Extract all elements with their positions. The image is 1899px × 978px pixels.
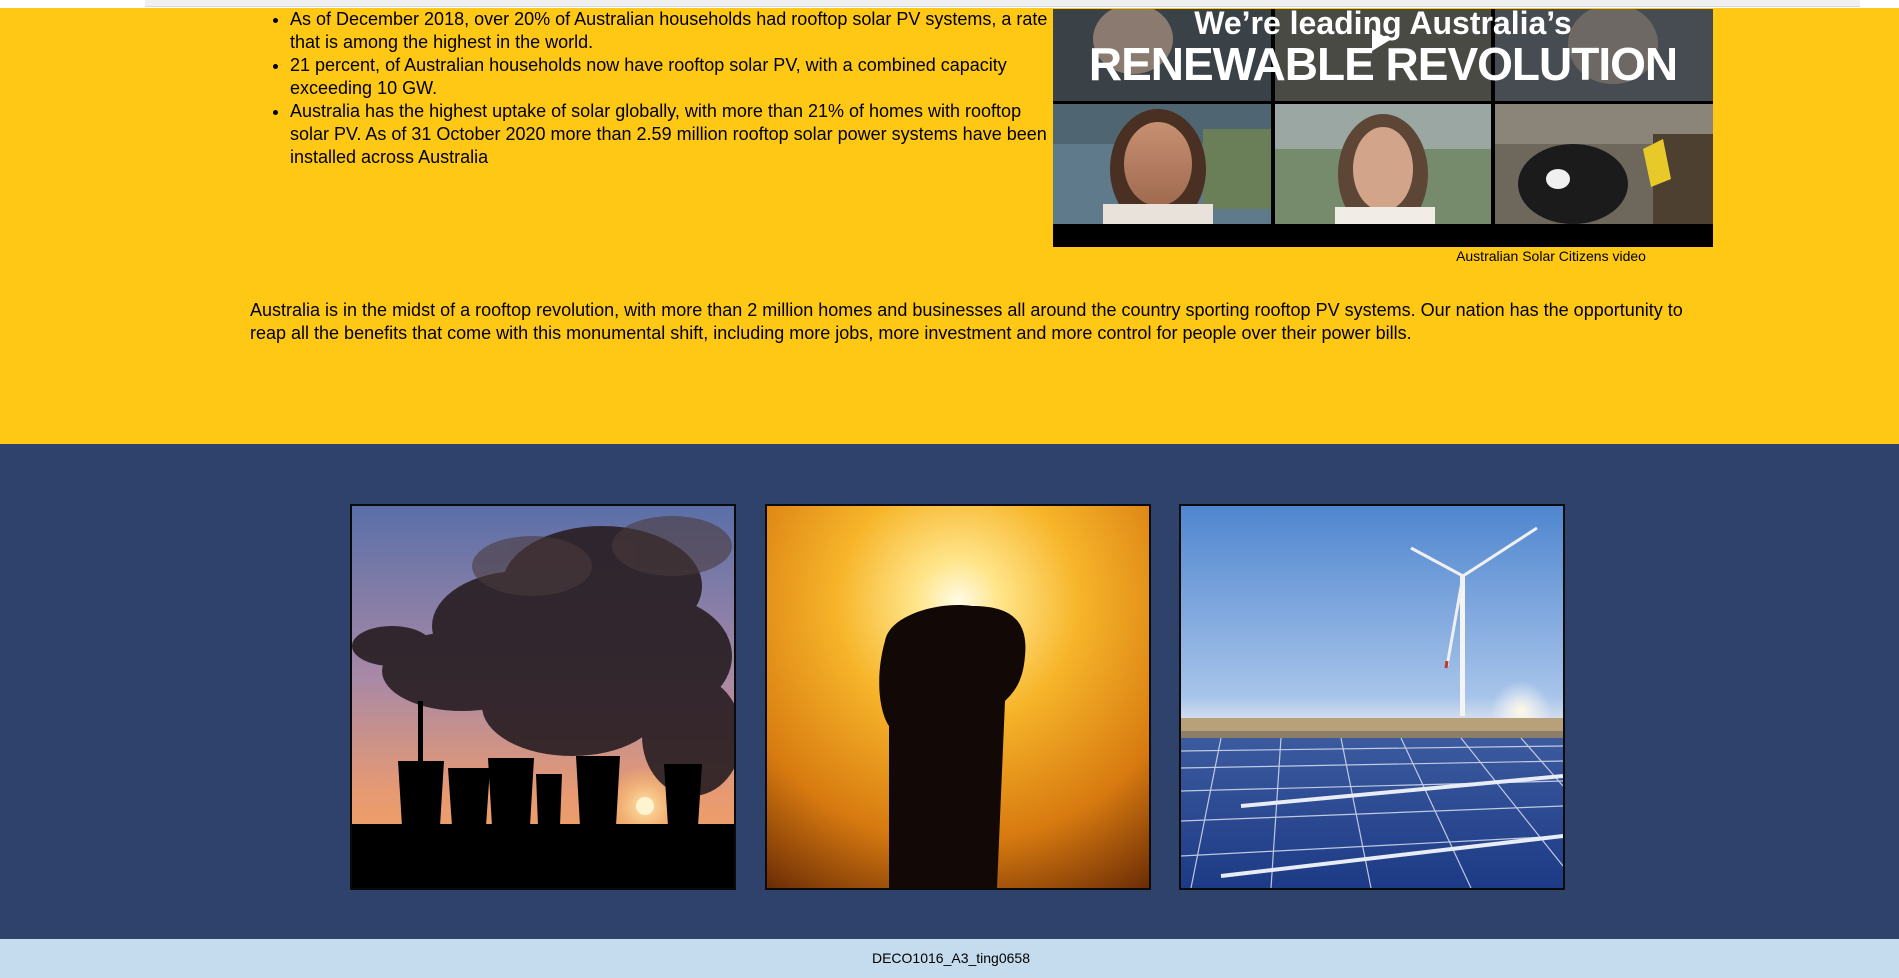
raised-fist-sunset-image [765,504,1151,890]
play-icon[interactable] [1372,29,1390,51]
browser-top-strip [0,0,1899,8]
solar-citizens-video[interactable]: We’re leading Australia’s RENEWABLE REVO… [1053,9,1713,247]
list-item: As of December 2018, over 20% of Austral… [290,8,1050,54]
video-caption: Australian Solar Citizens video [1456,248,1646,264]
rooftop-revolution-paragraph: Australia is in the midst of a rooftop r… [250,300,1683,343]
list-item: 21 percent, of Australian households now… [290,54,1050,100]
wind-turbine-solar-farm-image [1179,504,1565,890]
power-plant-smoke-image [350,504,736,890]
scrollbar-track[interactable] [145,0,1860,7]
solar-facts-list: As of December 2018, over 20% of Austral… [263,8,1050,169]
page-footer: DECO1016_A3_ting0658 [0,939,1899,978]
list-item: Australia has the highest uptake of sola… [290,100,1050,169]
footer-text: DECO1016_A3_ting0658 [871,950,1030,966]
